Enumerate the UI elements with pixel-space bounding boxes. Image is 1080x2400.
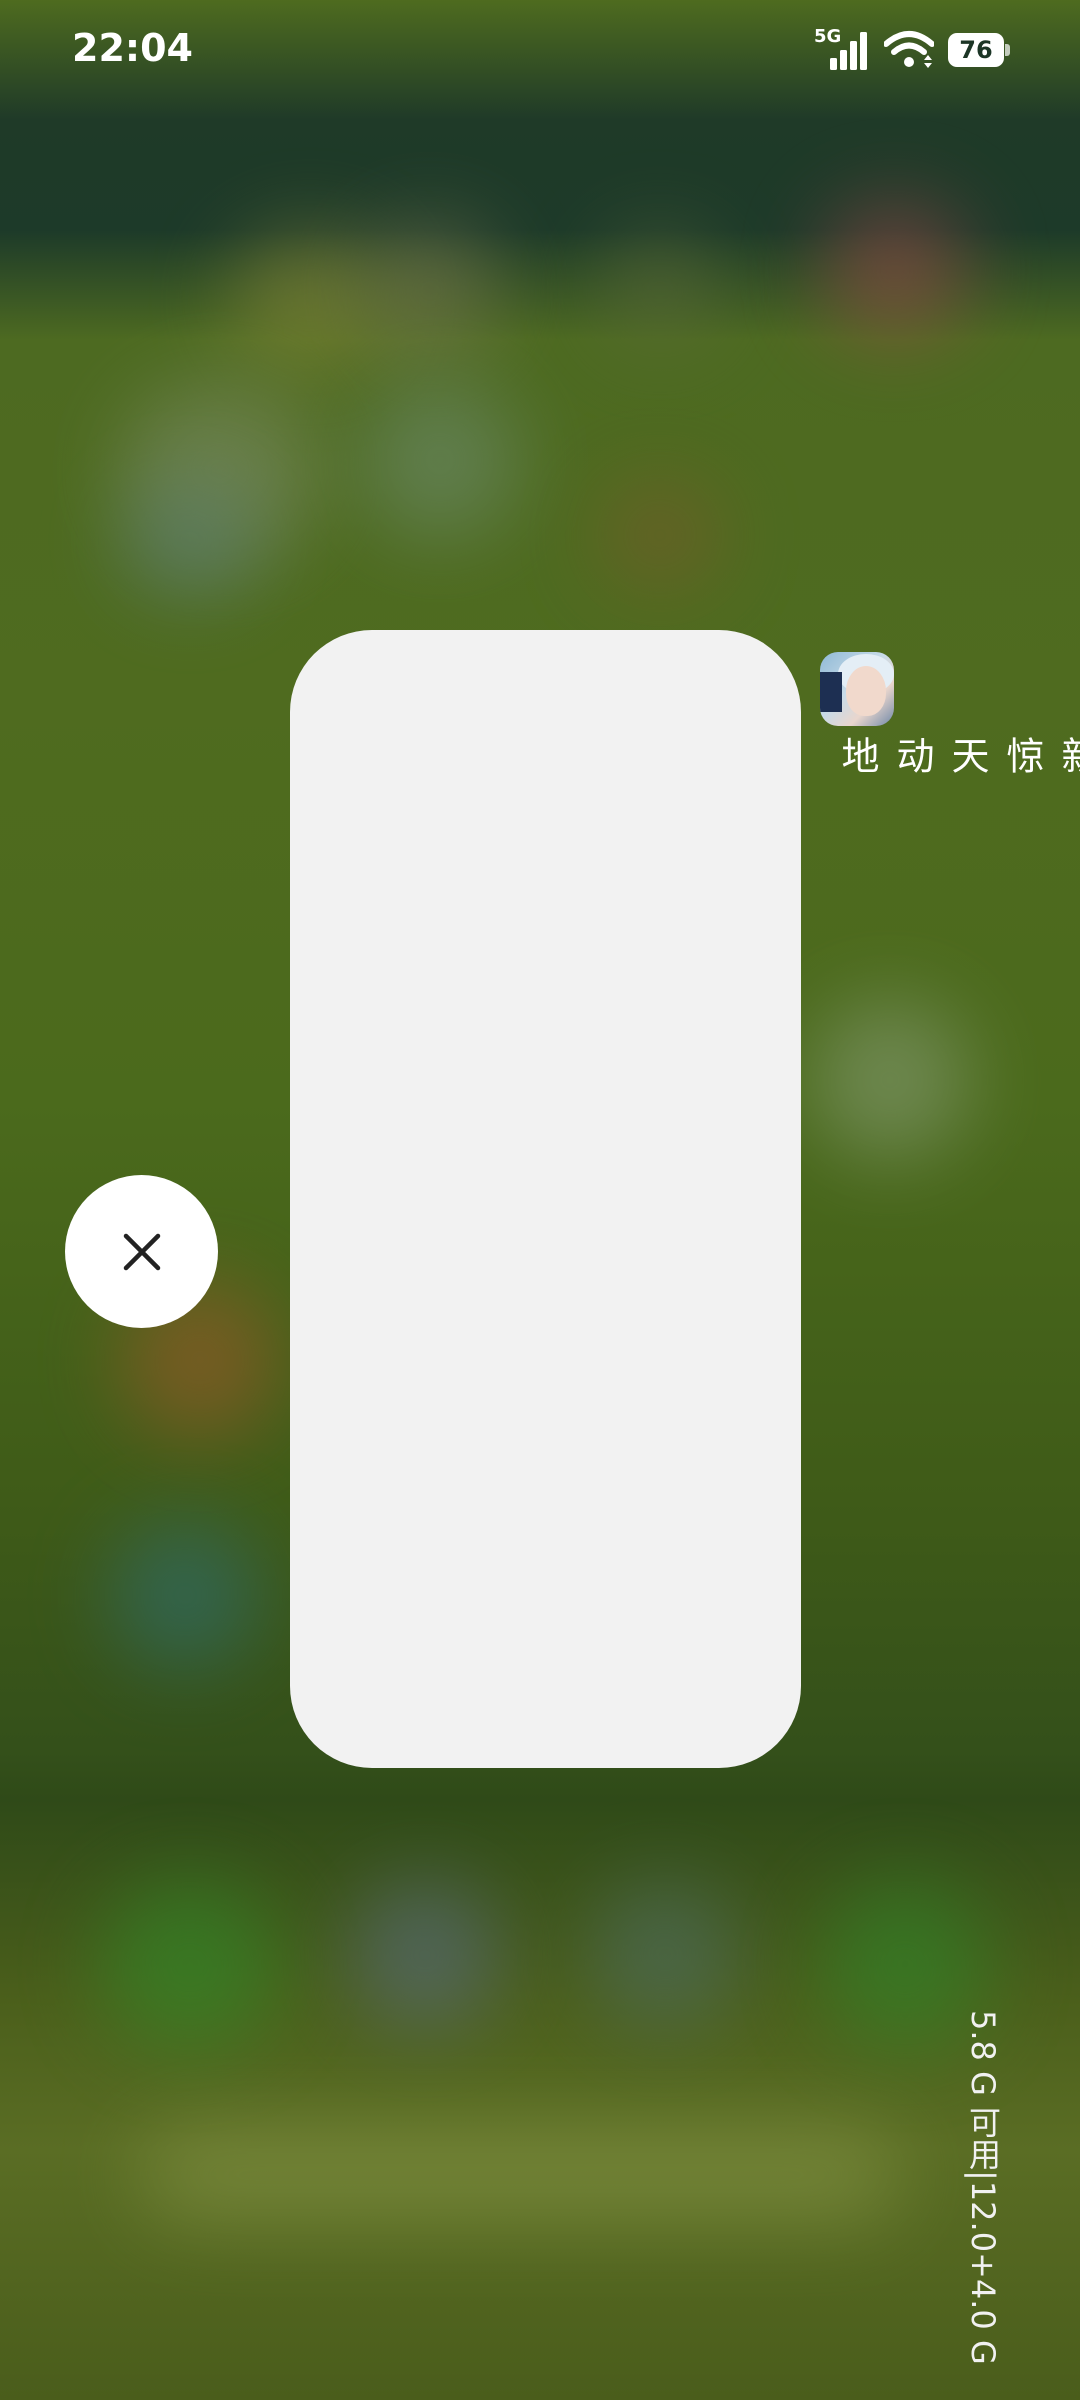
memory-info: 5.8 G 可用|12.0+4.0 G (964, 2010, 1002, 2365)
status-time: 22:04 (72, 26, 193, 70)
status-icons: 5G 76 (814, 26, 1010, 72)
clear-all-button[interactable] (65, 1175, 218, 1328)
recent-app-card[interactable] (290, 630, 801, 1768)
battery-icon: 76 (948, 33, 1010, 67)
signal-icon: 5G (814, 26, 870, 72)
wifi-icon (883, 30, 935, 70)
close-icon (123, 1233, 160, 1270)
app-icon (820, 652, 894, 726)
status-bar: 22:04 5G 76 (0, 0, 1080, 100)
app-name: 新惊天动地 (835, 736, 1080, 774)
battery-level: 76 (959, 36, 993, 64)
